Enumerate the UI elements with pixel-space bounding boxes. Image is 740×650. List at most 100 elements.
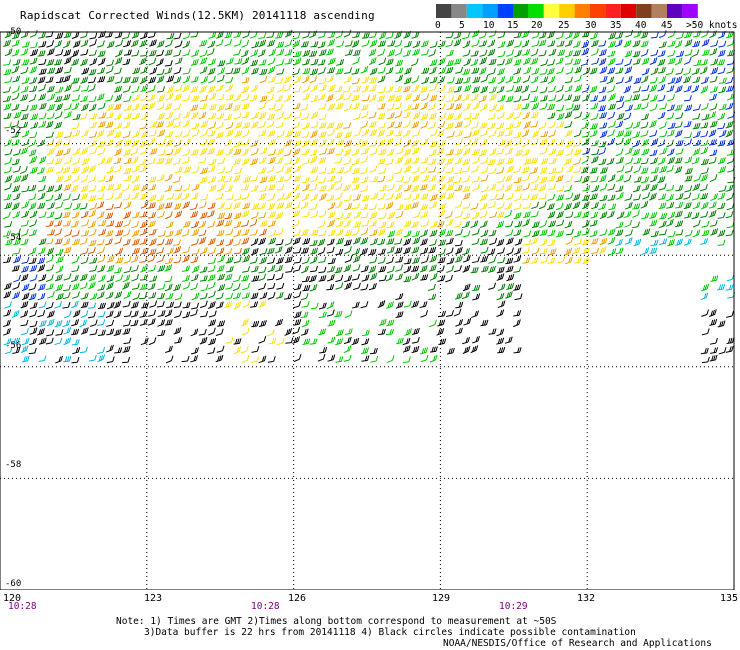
- wind-barb: [309, 256, 318, 264]
- wind-barb: [351, 337, 360, 346]
- wind-barb: [208, 257, 217, 265]
- wind-barb: [28, 149, 37, 157]
- wind-barb: [625, 147, 633, 156]
- wind-barb: [480, 103, 488, 112]
- wind-barb: [106, 328, 115, 336]
- wind-barb: [522, 183, 531, 191]
- wind-barb: [727, 49, 736, 57]
- wind-barb: [258, 237, 266, 246]
- wind-barb: [361, 39, 370, 48]
- wind-barb: [267, 149, 276, 156]
- wind-barb: [241, 148, 249, 156]
- wind-barb: [455, 66, 464, 74]
- wind-barb: [429, 129, 438, 137]
- wind-barb: [104, 156, 113, 165]
- wind-barb: [378, 212, 387, 220]
- wind-barb: [411, 300, 420, 308]
- wind-barb: [351, 273, 360, 281]
- wind-barb: [233, 220, 242, 229]
- wind-barb: [573, 256, 582, 264]
- wind-barb: [131, 247, 140, 255]
- wind-barb: [369, 165, 378, 173]
- wind-barb: [496, 85, 505, 94]
- wind-barb: [113, 183, 122, 191]
- wind-barb: [717, 212, 726, 219]
- wind-barb: [106, 264, 115, 273]
- wind-barb: [488, 201, 497, 209]
- wind-barb: [164, 60, 173, 67]
- wind-barb: [293, 301, 302, 309]
- wind-barb: [353, 129, 362, 137]
- wind-barb: [200, 129, 209, 138]
- wind-barb: [343, 354, 352, 362]
- wind-barb: [45, 220, 54, 228]
- wind-barb: [598, 174, 607, 183]
- wind-barb: [275, 264, 283, 272]
- wind-barb: [370, 238, 378, 246]
- wind-barb: [437, 183, 446, 192]
- wind-barb: [438, 310, 447, 318]
- wind-barb: [641, 84, 650, 92]
- wind-barb: [633, 238, 642, 247]
- wind-barb: [659, 103, 668, 110]
- wind-barb: [336, 40, 345, 48]
- wind-barb: [89, 32, 98, 40]
- wind-barb: [411, 336, 420, 344]
- wind-barb: [353, 138, 361, 147]
- wind-barb: [344, 275, 353, 283]
- wind-barb: [55, 265, 64, 274]
- wind-barb: [495, 148, 504, 155]
- wind-barbs-layer: [2, 29, 736, 364]
- wind-barb: [241, 39, 250, 48]
- wind-barb: [608, 32, 617, 40]
- wind-barb: [607, 194, 616, 201]
- wind-barb: [368, 220, 377, 227]
- wind-barb: [318, 49, 327, 57]
- wind-barb: [725, 121, 734, 129]
- wind-barb: [488, 282, 497, 291]
- wind-barb: [240, 345, 249, 354]
- wind-barb: [267, 292, 276, 300]
- wind-barb: [488, 229, 497, 237]
- wind-barb: [200, 194, 209, 201]
- wind-barb: [404, 328, 413, 337]
- wind-barb: [625, 157, 634, 165]
- wind-barb: [701, 30, 709, 38]
- wind-barb: [317, 41, 326, 49]
- wind-barb: [659, 229, 668, 236]
- wind-barb: [462, 247, 470, 256]
- wind-barb: [684, 138, 692, 147]
- wind-barb: [147, 254, 156, 263]
- wind-barb: [599, 183, 608, 191]
- wind-barb: [55, 103, 63, 112]
- wind-barb: [419, 238, 428, 246]
- wind-barb: [302, 67, 311, 75]
- wind-barb: [574, 111, 583, 119]
- wind-barb: [556, 104, 565, 112]
- wind-barb: [725, 102, 734, 110]
- wind-barb: [369, 211, 378, 220]
- wind-barb: [488, 183, 497, 191]
- wind-barb: [88, 68, 97, 76]
- wind-barb: [38, 301, 47, 309]
- wind-barb: [471, 176, 480, 183]
- wind-barb: [506, 111, 514, 120]
- wind-barb: [130, 39, 139, 48]
- wind-barb: [360, 212, 369, 219]
- wind-barb: [386, 301, 394, 309]
- wind-barb: [174, 130, 183, 137]
- wind-barb: [234, 121, 243, 129]
- time-label: 10:28: [8, 601, 37, 612]
- wind-barb: [667, 40, 676, 47]
- wind-barb: [438, 239, 447, 247]
- wind-barb: [259, 292, 268, 300]
- wind-barb: [598, 95, 607, 102]
- wind-barb: [361, 147, 369, 155]
- wind-barb: [250, 158, 259, 166]
- wind-barb: [472, 284, 481, 292]
- wind-barb: [258, 111, 267, 120]
- wind-barb: [240, 49, 249, 58]
- wind-barb: [268, 48, 277, 57]
- wind-barb: [224, 273, 233, 281]
- wind-barb: [496, 130, 505, 138]
